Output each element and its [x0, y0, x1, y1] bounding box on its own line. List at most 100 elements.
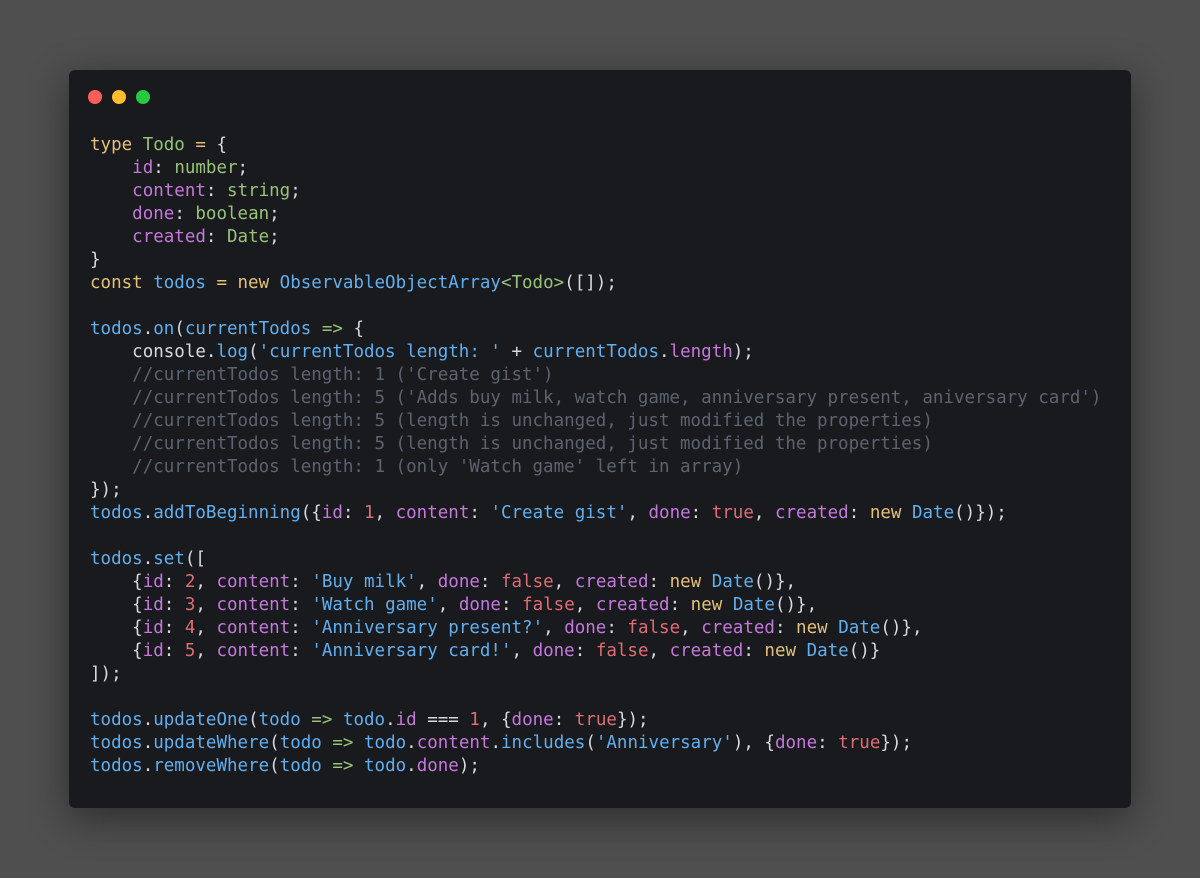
code-line: id: number; — [90, 157, 1101, 180]
code-line: todos.set([ — [90, 548, 1101, 571]
code-token: : — [669, 595, 691, 615]
code-line: {id: 3, content: 'Watch game', done: fal… — [90, 594, 1101, 617]
code-token: , — [195, 641, 217, 661]
code-line: //currentTodos length: 1 (only 'Watch ga… — [90, 456, 1101, 479]
code-token: => — [321, 733, 364, 753]
code-token: currentTodos — [532, 342, 659, 362]
code-token: , — [437, 595, 459, 615]
code-token: const — [90, 273, 154, 293]
code-token: 3 — [184, 595, 196, 615]
code-token: id — [395, 710, 417, 730]
code-token: . — [659, 342, 670, 362]
code-token: //currentTodos length: 5 (length is unch… — [132, 411, 933, 431]
code-token: content — [395, 503, 470, 523]
code-token: . — [142, 549, 154, 569]
code-token: content — [216, 641, 291, 661]
code-token: currentTodos — [184, 319, 312, 339]
code-token: : — [690, 503, 712, 523]
code-token: , — [195, 572, 217, 592]
code-token: todo — [258, 710, 301, 730]
code-token: //currentTodos length: 1 ('Create gist') — [132, 365, 554, 385]
code-token: : — [205, 227, 227, 247]
code-token: }); — [880, 733, 912, 753]
code-token: < — [500, 273, 512, 293]
code-line: ]); — [90, 663, 1101, 686]
code-token: //currentTodos length: 5 ('Adds buy milk… — [132, 388, 1102, 408]
code-token: > — [553, 273, 565, 293]
code-token: todo — [364, 733, 407, 753]
code-token: done — [564, 618, 607, 638]
maximize-dot-icon[interactable] — [136, 90, 150, 104]
code-token: new — [869, 503, 912, 523]
code-token: created — [132, 227, 206, 247]
code-token: : — [553, 710, 575, 730]
code-token: todo — [364, 756, 407, 776]
code-token: todos — [90, 756, 143, 776]
code-token: : — [163, 618, 185, 638]
code-token: : — [290, 641, 312, 661]
code-token: todos — [90, 733, 143, 753]
code-token: ()}, — [774, 595, 818, 615]
code-token: new — [690, 595, 733, 615]
code-token: . — [406, 756, 417, 776]
code-token: { — [90, 618, 143, 638]
code-token: ]); — [90, 664, 122, 684]
code-token: 4 — [184, 618, 196, 638]
code-token: 'Anniversary present?' — [311, 618, 544, 638]
code-token: : — [606, 618, 628, 638]
code-token: length — [669, 342, 733, 362]
code-token: { — [353, 319, 364, 339]
code-line: {id: 4, content: 'Anniversary present?',… — [90, 617, 1101, 640]
code-token: updateOne — [153, 710, 249, 730]
code-token: => — [300, 710, 343, 730]
code-token: . — [142, 710, 154, 730]
code-line: todos.updateOne(todo => todo.id === 1, {… — [90, 709, 1101, 732]
code-line: } — [90, 249, 1101, 272]
code-token: Date — [732, 595, 775, 615]
code-token: , — [627, 503, 649, 523]
code-token: { — [90, 641, 143, 661]
code-token: 'currentTodos length: ' — [258, 342, 501, 362]
close-dot-icon[interactable] — [88, 90, 102, 104]
code-token: done — [774, 733, 818, 753]
code-token: === — [416, 710, 470, 730]
code-token: => — [321, 756, 364, 776]
code-token: ()}, — [753, 572, 797, 592]
code-token: todos — [90, 549, 143, 569]
code-token: id — [142, 618, 164, 638]
code-token: , — [195, 595, 217, 615]
code-token: ; — [269, 227, 280, 247]
code-token: id — [142, 595, 164, 615]
code-token: , — [680, 618, 702, 638]
code-token: : — [163, 595, 185, 615]
code-token: : — [469, 503, 491, 523]
minimize-dot-icon[interactable] — [112, 90, 126, 104]
code-token: number — [174, 158, 238, 178]
code-token: , — [574, 595, 596, 615]
code-token: ( — [585, 733, 596, 753]
code-token: todos — [90, 319, 143, 339]
code-token: //currentTodos length: 5 (length is unch… — [132, 434, 933, 454]
code-token: : — [163, 641, 185, 661]
code-token: 'Create gist' — [490, 503, 628, 523]
code-token: log — [216, 342, 249, 362]
code-token: id — [142, 641, 164, 661]
code-token: done — [511, 710, 554, 730]
code-token: removeWhere — [153, 756, 270, 776]
code-token: ); — [458, 756, 480, 776]
window-controls — [88, 90, 150, 104]
code-line: created: Date; — [90, 226, 1101, 249]
code-token: : — [342, 503, 364, 523]
code-token: ; — [290, 181, 301, 201]
code-line: //currentTodos length: 5 (length is unch… — [90, 410, 1101, 433]
code-line: todos.removeWhere(todo => todo.done); — [90, 755, 1101, 778]
code-line: const todos = new ObservableObjectArray<… — [90, 272, 1101, 295]
code-line: {id: 5, content: 'Anniversary card!', do… — [90, 640, 1101, 663]
code-token: = new — [205, 273, 280, 293]
code-token: { — [90, 595, 143, 615]
code-token: created — [595, 595, 670, 615]
